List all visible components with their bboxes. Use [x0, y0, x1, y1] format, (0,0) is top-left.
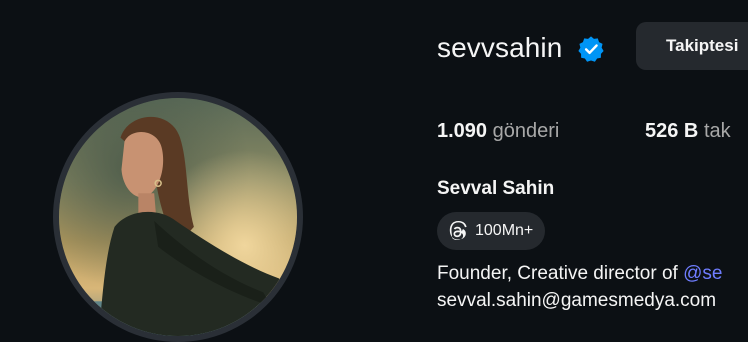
verified-badge-icon [578, 36, 604, 62]
bio-mention-link[interactable]: @se [683, 263, 722, 284]
username: sevvsahin [437, 32, 563, 63]
following-button[interactable]: Takiptesi [636, 22, 748, 70]
threads-icon [449, 220, 467, 241]
bio-text: Founder, Creative director of [437, 263, 684, 284]
profile-avatar-ring[interactable] [53, 92, 303, 342]
followers-stat[interactable]: 526 B tak [645, 117, 731, 145]
posts-label: gönderi [492, 120, 560, 142]
posts-count: 1.090 [437, 120, 488, 142]
followers-label: tak [703, 120, 731, 142]
profile-full-name: Sevval Sahin [437, 178, 555, 199]
threads-badge-link[interactable]: 100Mn+ [437, 212, 546, 250]
posts-stat: 1.090 gönderi [437, 117, 559, 145]
bio-email: sevval.sahin@gamesmedya.com [437, 290, 717, 311]
avatar-photo [59, 98, 297, 336]
followers-count: 526 B [645, 120, 699, 142]
bio-line-1: Founder, Creative director of @se [437, 261, 722, 287]
profile-avatar[interactable] [59, 98, 297, 336]
threads-follower-count: 100Mn+ [475, 222, 534, 239]
